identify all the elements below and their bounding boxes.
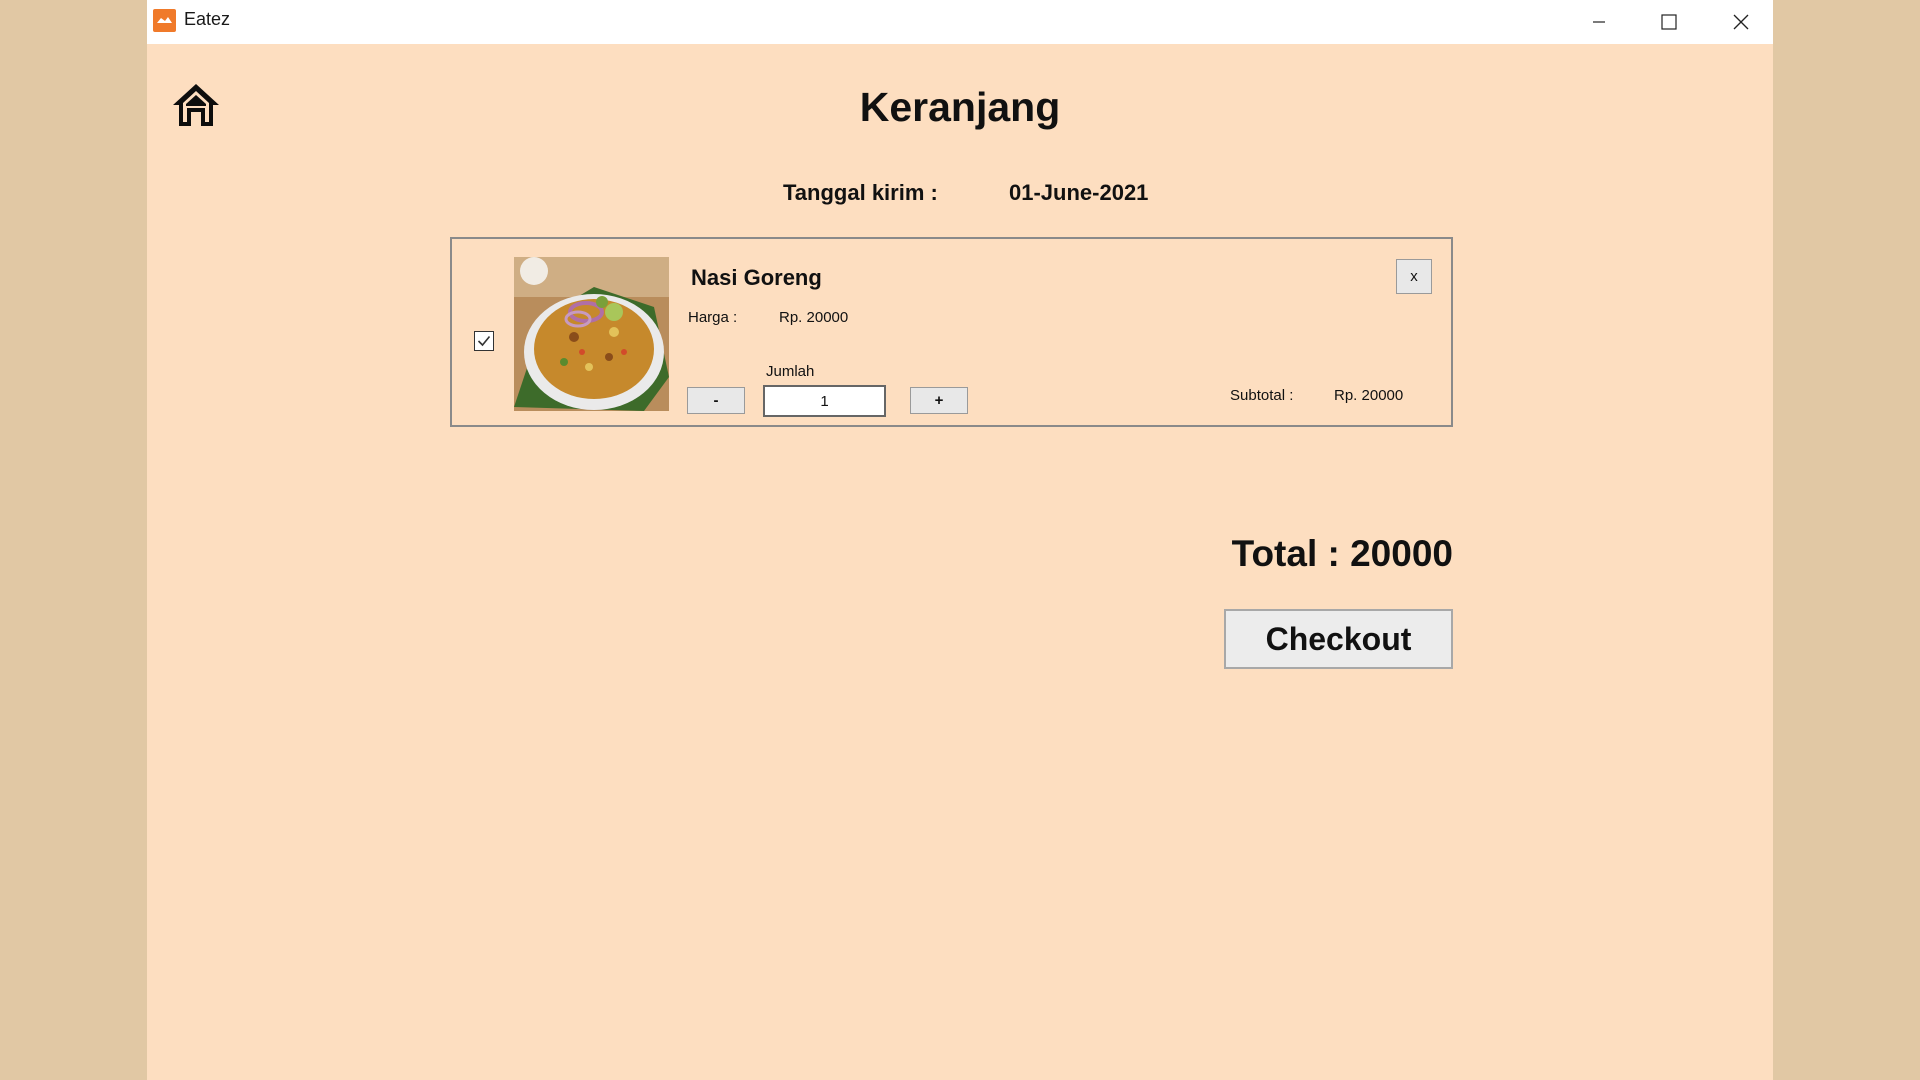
window-title: Eatez bbox=[184, 9, 231, 29]
checkout-button[interactable]: Checkout bbox=[1224, 609, 1453, 669]
food-image bbox=[514, 257, 669, 411]
delivery-date-value: 01-June-2021 bbox=[1009, 180, 1149, 205]
subtotal-value: Rp. 20000 bbox=[1334, 387, 1404, 404]
page-title: Keranjang bbox=[859, 84, 1061, 130]
quantity-input[interactable] bbox=[763, 385, 886, 417]
checkmark-icon bbox=[477, 335, 491, 347]
item-select-checkbox[interactable] bbox=[474, 331, 494, 351]
remove-item-button[interactable]: x bbox=[1396, 259, 1432, 294]
increase-quantity-button[interactable]: + bbox=[910, 387, 968, 414]
delivery-date-label: Tanggal kirim : bbox=[783, 180, 938, 205]
close-icon bbox=[1733, 14, 1749, 30]
maximize-button[interactable] bbox=[1635, 0, 1703, 44]
cart-item: Nasi Goreng Harga : Rp. 20000 Jumlah - +… bbox=[450, 237, 1453, 427]
minimize-icon bbox=[1593, 21, 1605, 23]
item-name: Nasi Goreng bbox=[691, 265, 822, 290]
subtotal-label: Subtotal : bbox=[1230, 387, 1294, 404]
maximize-icon bbox=[1661, 14, 1677, 30]
price-value: Rp. 20000 bbox=[779, 309, 849, 326]
quantity-label: Jumlah bbox=[766, 363, 815, 380]
price-label: Harga : bbox=[688, 309, 738, 326]
minimize-button[interactable] bbox=[1565, 0, 1633, 44]
close-button[interactable] bbox=[1707, 0, 1775, 44]
total-amount: Total : 20000 bbox=[1231, 533, 1453, 574]
eatez-logo-icon bbox=[153, 9, 176, 32]
app-window: Eatez Keranjang Tanggal kirim : 01-June-… bbox=[147, 0, 1773, 1080]
title-bar: Eatez bbox=[147, 0, 1773, 44]
decrease-quantity-button[interactable]: - bbox=[687, 387, 745, 414]
